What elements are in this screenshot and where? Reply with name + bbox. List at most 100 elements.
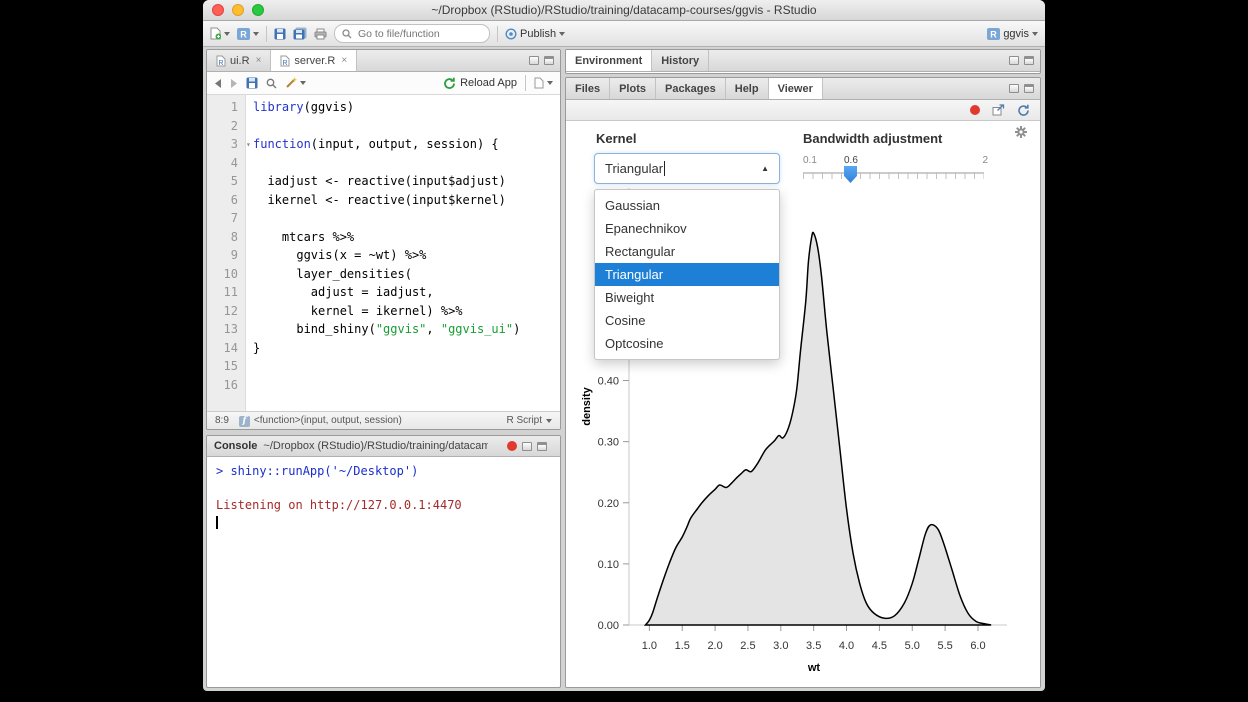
reload-app-button[interactable]: Reload App [443, 77, 517, 90]
back-icon[interactable] [214, 79, 222, 88]
text-caret [664, 161, 665, 176]
new-file-button[interactable] [210, 27, 230, 40]
close-tab-icon[interactable]: × [341, 55, 347, 66]
pane-window-buttons [1009, 50, 1040, 71]
tab-label: History [661, 55, 699, 67]
minimize-window-button[interactable] [232, 4, 244, 16]
svg-text:R: R [219, 60, 224, 67]
slider-handle[interactable] [844, 166, 857, 183]
save-all-button[interactable] [293, 27, 307, 40]
r-file-icon: R [216, 55, 226, 67]
minimize-pane-button[interactable] [522, 442, 532, 451]
svg-text:2.5: 2.5 [740, 640, 755, 652]
gear-icon[interactable] [1014, 125, 1028, 139]
dropdown-option[interactable]: Gaussian [595, 194, 779, 217]
new-file-icon [210, 27, 221, 40]
tab-viewer[interactable]: Viewer [769, 78, 823, 99]
tab-packages[interactable]: Packages [656, 78, 726, 99]
maximize-pane-button[interactable] [1024, 56, 1034, 65]
minimize-pane-button[interactable] [1009, 56, 1019, 65]
save-all-icon [293, 27, 307, 40]
minimize-pane-button[interactable] [529, 56, 539, 65]
close-tab-icon[interactable]: × [256, 55, 262, 66]
slider-ticks [803, 172, 984, 179]
tab-help[interactable]: Help [726, 78, 769, 99]
dropdown-option[interactable]: Optcosine [595, 332, 779, 355]
svg-text:5.5: 5.5 [937, 640, 952, 652]
publish-icon [505, 28, 517, 40]
dropdown-option[interactable]: Epanechnikov [595, 217, 779, 240]
bandwidth-label: Bandwidth adjustment [803, 131, 942, 146]
open-in-new-window-button[interactable] [992, 104, 1005, 116]
main-toolbar: R Pub [203, 21, 1045, 47]
dropdown-option[interactable]: Rectangular [595, 240, 779, 263]
refresh-button[interactable] [1017, 104, 1030, 117]
tab-server-r[interactable]: R server.R × [271, 50, 357, 71]
tab-files[interactable]: Files [566, 78, 610, 99]
dropdown-option[interactable]: Biweight [595, 286, 779, 309]
console-working-directory: ~/Dropbox (RStudio)/RStudio/training/dat… [263, 440, 488, 452]
close-window-button[interactable] [212, 4, 224, 16]
rstudio-window: ~/Dropbox (RStudio)/RStudio/training/dat… [203, 0, 1045, 691]
code-tools-button[interactable] [285, 77, 306, 89]
publish-label: Publish [520, 28, 556, 40]
print-button[interactable] [314, 28, 327, 40]
pane-window-buttons [1009, 78, 1040, 99]
project-menu-button[interactable]: R ggvis [987, 28, 1038, 40]
find-icon[interactable] [266, 78, 277, 89]
magic-wand-icon [285, 77, 297, 89]
file-type-menu[interactable]: R Script [506, 415, 552, 426]
svg-text:R: R [991, 29, 998, 39]
stop-button[interactable] [507, 441, 517, 451]
tab-label: server.R [294, 55, 335, 67]
minimize-pane-button[interactable] [1009, 84, 1019, 93]
goto-file-search[interactable] [334, 24, 490, 43]
stop-app-button[interactable] [970, 105, 980, 115]
tab-label: Viewer [778, 83, 813, 95]
publish-button[interactable]: Publish [505, 28, 565, 40]
svg-text:R: R [283, 60, 288, 67]
maximize-pane-button[interactable] [1024, 84, 1034, 93]
svg-text:R: R [240, 29, 247, 39]
source-tabbar: R ui.R × R server.R × [207, 50, 560, 72]
scope-indicator[interactable]: f<function>(input, output, session) [239, 415, 402, 427]
editor-lines: 1library(ggvis)23▾function(input, output… [207, 98, 560, 394]
console-output[interactable]: > shiny::runApp('~/Desktop') Listening o… [207, 457, 560, 537]
chevron-down-icon [546, 419, 552, 423]
code-editor[interactable]: 1library(ggvis)23▾function(input, output… [207, 95, 560, 415]
viewer-tabbar: Files Plots Packages Help Viewer [566, 78, 1040, 100]
new-project-button[interactable]: R [237, 28, 259, 40]
svg-text:0.10: 0.10 [598, 559, 619, 571]
save-icon[interactable] [246, 77, 258, 89]
viewer-pane: Files Plots Packages Help Viewer Kernel … [565, 77, 1041, 688]
zoom-window-button[interactable] [252, 4, 264, 16]
tab-plots[interactable]: Plots [610, 78, 656, 99]
tab-label: Help [735, 83, 759, 95]
pane-window-buttons [507, 441, 553, 451]
dropdown-option-selected[interactable]: Triangular [595, 263, 779, 286]
svg-text:1.5: 1.5 [675, 640, 690, 652]
reload-app-label: Reload App [460, 77, 517, 89]
project-cube-icon: R [237, 28, 250, 40]
svg-text:5.0: 5.0 [905, 640, 920, 652]
chevron-up-icon: ▲ [761, 164, 769, 173]
chevron-down-icon [547, 81, 553, 85]
svg-text:3.5: 3.5 [806, 640, 821, 652]
svg-text:4.0: 4.0 [839, 640, 854, 652]
chevron-down-icon [224, 32, 230, 36]
toolbar-separator [525, 75, 526, 91]
reload-icon [443, 77, 456, 90]
goto-file-input[interactable] [356, 27, 475, 41]
console-input-line: > shiny::runApp('~/Desktop') [216, 463, 551, 480]
maximize-pane-button[interactable] [544, 56, 554, 65]
kernel-select[interactable]: Triangular ▲ [594, 153, 780, 184]
tab-history[interactable]: History [652, 50, 709, 71]
source-menu-button[interactable] [534, 77, 553, 89]
forward-icon[interactable] [230, 79, 238, 88]
dropdown-option[interactable]: Cosine [595, 309, 779, 332]
save-button[interactable] [274, 28, 286, 40]
kernel-label: Kernel [596, 131, 636, 146]
maximize-pane-button[interactable] [537, 442, 547, 451]
tab-ui-r[interactable]: R ui.R × [207, 50, 271, 71]
tab-environment[interactable]: Environment [566, 50, 652, 71]
